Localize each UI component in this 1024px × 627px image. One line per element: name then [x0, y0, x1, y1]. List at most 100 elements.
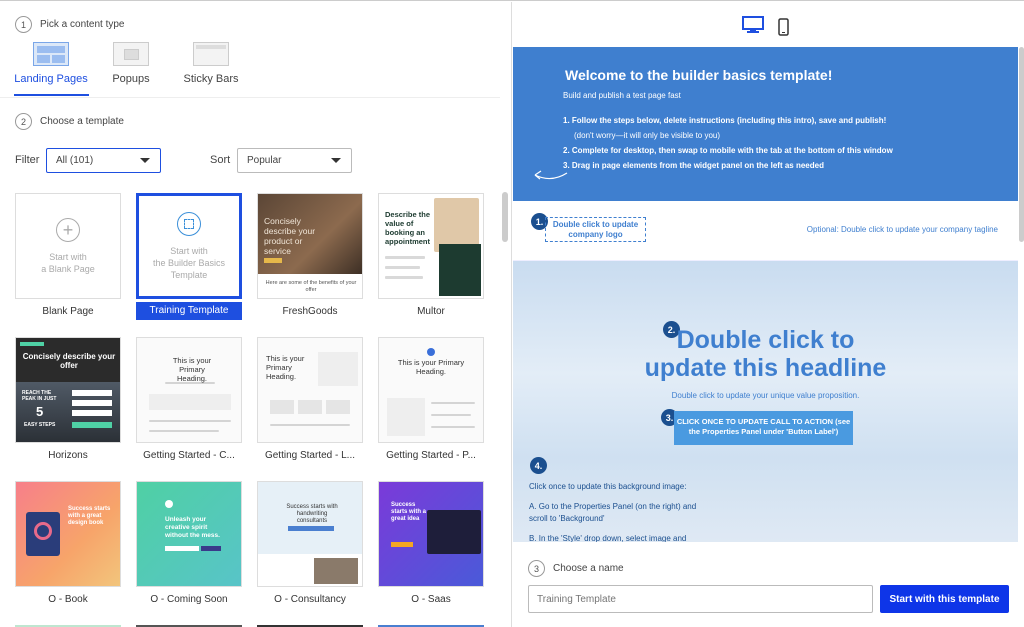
- step-choose-name: 3 Choose a name: [528, 560, 624, 577]
- template-name: Getting Started - C...: [143, 450, 235, 461]
- template-name: Horizons: [48, 450, 88, 461]
- content-type-sticky-bars[interactable]: Sticky Bars: [166, 42, 256, 85]
- instruction-line: A. Go to the Properties Panel (on the ri…: [529, 502, 697, 511]
- template-name: O - Coming Soon: [150, 594, 228, 605]
- thumb-text: This is your Primary Heading.: [266, 354, 305, 381]
- desktop-preview-button[interactable]: [742, 16, 764, 39]
- thumb-text: the Builder Basics: [152, 257, 226, 268]
- step-label: Choose a name: [553, 563, 624, 574]
- template-thumbnail: Concisely describe your offer REACH THE …: [15, 337, 121, 443]
- template-card-getting-started-l[interactable]: This is your Primary Heading. Getting St…: [257, 337, 363, 463]
- template-card-o-consultancy[interactable]: Success starts with handwriting consulta…: [257, 481, 363, 607]
- template-card-multor[interactable]: Describe the value of booking an appoint…: [378, 193, 484, 319]
- template-thumbnail: + Start with a Blank Page: [15, 193, 121, 299]
- template-thumbnail: Start with the Builder Basics Template: [136, 193, 242, 299]
- template-thumbnail: This is your Primary Heading.: [136, 337, 242, 443]
- template-card-o-book[interactable]: Success starts with a great design book …: [15, 481, 121, 607]
- template-name: Getting Started - P...: [386, 450, 476, 461]
- step-number: 2: [15, 113, 32, 130]
- thumb-text: Success starts with a great design book: [68, 506, 111, 526]
- template-card-getting-started-p[interactable]: This is your Primary Heading. Getting St…: [378, 337, 484, 463]
- preview-header-bar: 1. Double click to update company logo O…: [513, 201, 1018, 261]
- content-type-landing-pages[interactable]: Landing Pages: [6, 42, 96, 85]
- thumb-text: EASY STEPS: [24, 422, 56, 428]
- template-card-blank-page[interactable]: + Start with a Blank Page Blank Page: [15, 193, 121, 319]
- preview-headline[interactable]: Double click to update this headline: [513, 326, 1018, 382]
- content-type-label: Landing Pages: [14, 73, 88, 85]
- sort-select[interactable]: Popular: [237, 148, 352, 173]
- step-badge: 4.: [530, 457, 547, 474]
- preview-cta-button[interactable]: CLICK ONCE TO UPDATE CALL TO ACTION (see…: [674, 411, 853, 445]
- thumb-text: Concisely describe your offer: [22, 352, 116, 370]
- preview-scrollbar[interactable]: [1019, 47, 1024, 242]
- preview-step: (don't worry—it will only be visible to …: [574, 131, 721, 140]
- template-thumbnail: Success starts with a great idea: [378, 481, 484, 587]
- template-preview-panel: Welcome to the builder basics template! …: [513, 2, 1024, 627]
- preview-hero-background[interactable]: 2. Double click to update this headline …: [513, 261, 1018, 542]
- thumb-text: a Blank Page: [41, 263, 95, 274]
- template-thumbnail: Success starts with handwriting consulta…: [257, 481, 363, 587]
- step-choose-template: 2 Choose a template: [15, 113, 124, 130]
- thumb-text: Concisely describe your product or servi…: [264, 216, 316, 256]
- template-name: O - Consultancy: [274, 594, 346, 605]
- instruction-line: Click once to update this background ima…: [529, 482, 687, 491]
- company-tagline[interactable]: Optional: Double click to update your co…: [807, 225, 998, 234]
- preview-intro-section: Welcome to the builder basics template! …: [513, 47, 1018, 201]
- preview-step: 3. Drag in page elements from the widget…: [563, 161, 824, 170]
- template-thumbnail: This is your Primary Heading.: [378, 337, 484, 443]
- template-name: Blank Page: [42, 306, 94, 317]
- step-pick-content-type: 1 Pick a content type: [15, 16, 125, 33]
- template-thumbnail: Describe the value of booking an appoint…: [378, 193, 484, 299]
- mobile-preview-button[interactable]: [778, 18, 789, 41]
- start-with-template-button[interactable]: Start with this template: [880, 585, 1009, 613]
- step-label: Choose a template: [40, 116, 124, 127]
- company-logo-placeholder[interactable]: Double click to update company logo: [545, 217, 646, 242]
- curved-arrow-icon: [534, 170, 568, 180]
- filter-label: Filter: [15, 154, 40, 166]
- template-card-horizons[interactable]: Concisely describe your offer REACH THE …: [15, 337, 121, 463]
- desktop-icon: [742, 16, 764, 33]
- thumb-text: This is your Primary Heading.: [397, 358, 465, 376]
- content-type-label: Popups: [112, 73, 150, 85]
- template-grid-scrollbar[interactable]: [502, 192, 508, 242]
- preview-steps-list: 1. Follow the steps below, delete instru…: [563, 113, 893, 173]
- template-name: Training Template: [136, 302, 242, 320]
- thumb-text: Describe the value of booking an appoint…: [385, 210, 431, 246]
- template-name: Getting Started - L...: [264, 450, 356, 461]
- template-name: Multor: [417, 306, 445, 317]
- step-number: 1: [15, 16, 32, 33]
- thumb-text: Template: [170, 269, 208, 280]
- template-name: O - Saas: [411, 594, 451, 605]
- thumb-text: 5: [36, 404, 44, 419]
- preview-title: Welcome to the builder basics template!: [565, 67, 833, 83]
- template-card-training-template[interactable]: Start with the Builder Basics Template T…: [136, 193, 242, 320]
- template-card-freshgoods[interactable]: Concisely describe your product or servi…: [257, 193, 363, 319]
- preview-value-proposition[interactable]: Double click to update your unique value…: [513, 391, 1018, 400]
- preview-step: 2. Complete for desktop, then swap to mo…: [563, 146, 893, 155]
- step-label: Pick a content type: [40, 19, 125, 30]
- template-card-o-coming-soon[interactable]: Unleash your creative spirit without the…: [136, 481, 242, 607]
- template-grid: + Start with a Blank Page Blank Page Sta…: [0, 185, 500, 627]
- template-name: O - Book: [48, 594, 88, 605]
- filter-select[interactable]: All (101): [46, 148, 161, 173]
- template-chooser: 1 Pick a content type Landing Pages Popu…: [0, 0, 1024, 627]
- landing-pages-icon: [33, 42, 69, 66]
- active-tab-indicator: [14, 94, 89, 96]
- step-number: 3: [528, 560, 545, 577]
- template-thumbnail: Success starts with a great design book: [15, 481, 121, 587]
- thumb-text: Success starts with a great idea: [391, 502, 427, 522]
- mobile-icon: [778, 18, 789, 36]
- template-card-o-saas[interactable]: Success starts with a great idea O - Saa…: [378, 481, 484, 607]
- template-thumbnail: Unleash your creative spirit without the…: [136, 481, 242, 587]
- template-name: FreshGoods: [282, 306, 338, 317]
- instruction-line: B. In the 'Style' drop down, select imag…: [529, 534, 687, 542]
- preview-subtitle: Build and publish a test page fast: [563, 91, 681, 100]
- sticky-bars-icon: [193, 42, 229, 66]
- thumb-text: Success starts with handwriting consulta…: [286, 504, 338, 524]
- template-card-getting-started-c[interactable]: This is your Primary Heading. Getting St…: [136, 337, 242, 463]
- thumb-text: REACH THE PEAK IN JUST: [22, 390, 57, 402]
- template-thumbnail: Concisely describe your product or servi…: [257, 193, 363, 299]
- content-type-popups[interactable]: Popups: [86, 42, 176, 85]
- sort-label: Sort: [210, 154, 231, 166]
- template-name-input[interactable]: [528, 585, 873, 613]
